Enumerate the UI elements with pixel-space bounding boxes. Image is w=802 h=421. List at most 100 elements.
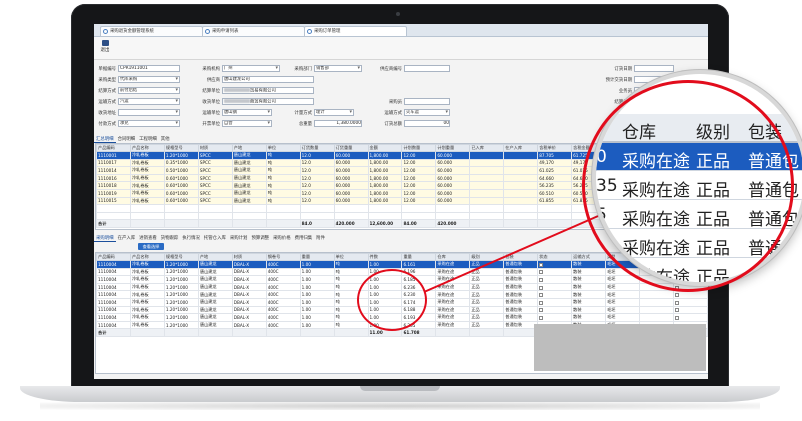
- column-header[interactable]: 产品编码: [96, 253, 131, 261]
- column-header[interactable]: 材质: [231, 253, 267, 261]
- table-cell: 1.20*1000: [163, 267, 199, 277]
- tab-contract[interactable]: 合同明细: [116, 136, 138, 142]
- column-header[interactable]: 产品名称: [129, 253, 165, 261]
- column-header[interactable]: 产地: [231, 144, 267, 152]
- column-header[interactable]: 级别: [469, 253, 505, 261]
- row-checkbox[interactable]: [674, 308, 679, 313]
- column-header[interactable]: 包装: [503, 253, 539, 261]
- column-header[interactable]: 仓库: [435, 253, 471, 261]
- delivery-address-field[interactable]: [118, 109, 180, 116]
- transport-unit-select[interactable]: 唐山钢: [222, 109, 272, 116]
- table-row[interactable]: 1110004 冷轧卷板 1.20*1000 唐山建龙 DBAL-X 400C 1.00 吨 1…: [96, 290, 708, 299]
- row-checkbox[interactable]: [539, 308, 544, 313]
- total-weight-field[interactable]: 1,380.0000: [314, 120, 362, 127]
- table-cell: 0.60*1000: [163, 173, 199, 183]
- column-header[interactable]: 件数: [367, 253, 403, 261]
- column-header[interactable]: 订货数量: [299, 144, 335, 152]
- exit-button[interactable]: 退出: [98, 39, 112, 57]
- column-header[interactable]: 金额: [367, 144, 403, 152]
- column-header[interactable]: 重量: [401, 253, 437, 261]
- column-header[interactable]: 已入库: [469, 144, 505, 152]
- row-checkbox[interactable]: [539, 262, 544, 267]
- table-cell: 60.000: [333, 196, 369, 206]
- lower-tab[interactable]: 采购计划: [228, 235, 250, 241]
- lower-tab[interactable]: 费用归集: [293, 235, 315, 241]
- row-checkbox[interactable]: [674, 315, 679, 320]
- table-cell: SPCC: [197, 173, 233, 183]
- view-select-button[interactable]: 查看选择: [138, 243, 164, 250]
- lower-tab[interactable]: 附件: [314, 235, 327, 241]
- column-header[interactable]: 规格型号: [163, 144, 199, 152]
- column-header[interactable]: 计划重量: [435, 144, 471, 152]
- table-row[interactable]: 1110004 冷轧卷板 1.20*1000 唐山建龙 DBAL-X 400C 1.00 吨 1…: [96, 313, 708, 322]
- table-cell: 吨: [333, 290, 369, 299]
- checkbox-cell: [537, 313, 573, 322]
- tab-purchase-order[interactable]: 采购订单管理: [304, 26, 407, 36]
- table-cell: 正品: [469, 290, 505, 299]
- shipping-select[interactable]: 火车运: [404, 109, 450, 116]
- tab-purchase-request[interactable]: 采购申请列表: [202, 26, 305, 36]
- table-cell: 1,800.00: [367, 151, 403, 160]
- settle-unit-field[interactable]: 贸易有限公司: [222, 87, 314, 94]
- row-checkbox[interactable]: [539, 285, 544, 290]
- column-header[interactable]: 材质: [197, 144, 233, 152]
- measure-select[interactable]: 理计: [314, 109, 354, 116]
- row-checkbox[interactable]: [674, 300, 679, 305]
- row-checkbox[interactable]: [539, 315, 544, 320]
- row-checkbox[interactable]: [539, 293, 544, 298]
- receive-unit-field[interactable]: 商贸有限公司: [222, 98, 314, 105]
- column-header[interactable]: 产地: [197, 253, 233, 261]
- column-header[interactable]: 含税单价: [537, 144, 573, 152]
- column-header[interactable]: 规格型号: [163, 253, 199, 261]
- lower-tab[interactable]: 进销查看: [137, 235, 159, 241]
- row-checkbox[interactable]: [674, 293, 679, 298]
- row-checkbox[interactable]: [539, 270, 544, 275]
- lower-tab[interactable]: 采购明细: [94, 235, 116, 242]
- table-row[interactable]: 1110004 冷轧卷板 1.20*1000 唐山建龙 DBAL-X 400C 1.00 吨 1…: [96, 305, 708, 315]
- order-number-field[interactable]: CPR1911001: [118, 65, 180, 72]
- purchase-type-select[interactable]: 代库采购: [118, 76, 180, 83]
- buyer-field[interactable]: [404, 98, 450, 105]
- table-cell: 唐山建龙: [231, 158, 267, 168]
- order-total-field[interactable]: 00: [404, 120, 450, 127]
- purchase-org-select[interactable]: 广州: [222, 65, 280, 72]
- lower-tab[interactable]: 托管仓入库: [202, 235, 228, 241]
- invoice-unit-select[interactable]: 自营: [222, 120, 272, 127]
- tab-summary[interactable]: 汇总明细: [94, 136, 116, 143]
- row-checkbox[interactable]: [539, 277, 544, 282]
- tab-other[interactable]: 其他: [159, 136, 172, 142]
- lower-tab[interactable]: 执行情况: [180, 235, 202, 241]
- table-cell: 1,800.00: [367, 173, 403, 183]
- tab-project[interactable]: 工程明细: [137, 136, 159, 142]
- table-row[interactable]: 1110004 冷轧卷板 1.20*1000 唐山建龙 DBAL-X 400C 1.00 吨 1…: [96, 282, 708, 292]
- column-header[interactable]: 产品名称: [129, 144, 165, 152]
- order-date-field[interactable]: [634, 65, 674, 72]
- column-header[interactable]: 订货重量: [333, 144, 369, 152]
- column-header[interactable]: 单位: [333, 253, 369, 261]
- column-header[interactable]: 计划数量: [401, 144, 437, 152]
- lower-tab[interactable]: 预算调整: [249, 235, 271, 241]
- lower-tab[interactable]: 采购价格: [271, 235, 293, 241]
- table-cell: 吨: [265, 196, 301, 206]
- transport-select[interactable]: 汽运: [118, 98, 180, 105]
- row-checkbox[interactable]: [539, 300, 544, 305]
- payment-select[interactable]: 承兑: [118, 120, 180, 127]
- row-checkbox[interactable]: [674, 285, 679, 290]
- lower-tab[interactable]: 货物跟踪: [159, 235, 181, 241]
- column-header[interactable]: 重量: [299, 253, 335, 261]
- toolbar: 退出: [94, 37, 708, 60]
- table-row[interactable]: 1110004 冷轧卷板 1.20*1000 唐山建龙 DBAL-X 400C 1.00 吨 1…: [96, 297, 708, 307]
- settlement-select[interactable]: 前付后结: [118, 87, 180, 94]
- supplier-field[interactable]: 唐山建龙公司: [222, 76, 314, 83]
- lower-tab[interactable]: 在产入库: [116, 235, 138, 241]
- mag-warehouse: 采购在途: [622, 239, 690, 259]
- column-header[interactable]: 状态: [537, 253, 573, 261]
- column-header[interactable]: 产品编码: [96, 144, 131, 152]
- column-header[interactable]: 钢卷号: [265, 253, 301, 261]
- supplier-code-field[interactable]: [404, 65, 450, 72]
- table-cell: [401, 204, 437, 213]
- column-header[interactable]: 在产入库: [503, 144, 539, 152]
- tab-sales-system[interactable]: 采购退货金额管理系统: [100, 26, 203, 36]
- column-header[interactable]: 单位: [265, 144, 301, 152]
- department-field[interactable]: 销售部: [314, 65, 362, 72]
